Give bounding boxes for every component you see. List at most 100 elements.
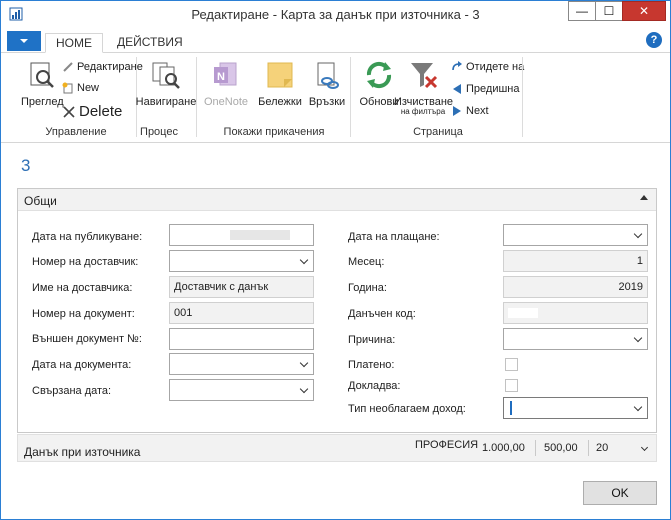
new-star-icon (62, 82, 74, 94)
tab-home[interactable]: HOME (45, 33, 103, 53)
vendor-no-dropdown[interactable] (169, 250, 314, 272)
onenote-label: OneNote (203, 96, 249, 108)
delete-x-icon (62, 105, 76, 119)
reported-checkbox[interactable] (505, 379, 518, 392)
go-to-button[interactable]: Отидете на (451, 61, 524, 73)
vendor-name-label: Име на доставчика: (32, 282, 133, 294)
year-field: 2019 (503, 276, 648, 298)
group-label-process: Процес (140, 126, 178, 138)
non-taxable-income-dropdown[interactable] (503, 397, 648, 419)
group-separator (196, 57, 197, 137)
text-cursor (510, 401, 512, 415)
tax-code-field (503, 302, 648, 324)
paid-label: Платено: (348, 359, 395, 371)
delete-button[interactable]: Delete (62, 103, 122, 120)
record-number: 3 (21, 156, 31, 175)
next-button[interactable]: Next (451, 105, 489, 117)
links-icon (317, 62, 339, 89)
close-button[interactable]: ✕ (622, 1, 666, 21)
go-to-arrow-icon (451, 61, 463, 73)
general-panel-header[interactable]: Общи (18, 189, 656, 211)
reported-label: Докладва: (348, 380, 401, 392)
external-document-field[interactable] (169, 328, 314, 350)
document-date-label: Дата на документа: (32, 359, 132, 371)
refresh-icon (366, 61, 392, 89)
document-no-field: 001 (169, 302, 314, 324)
edit-button[interactable]: Редактиране (62, 61, 143, 73)
go-to-label: Отидете на (466, 61, 525, 73)
view-magnifier-icon (30, 62, 54, 88)
related-date-dropdown[interactable] (169, 379, 314, 401)
non-taxable-income-label: Тип необлагаем доход: (348, 403, 466, 415)
withholding-tax-section[interactable]: Данък при източника ПРОФЕСИЯ 1.000,00 50… (17, 434, 657, 462)
group-separator (522, 57, 523, 137)
links-button[interactable]: Връзки (304, 59, 350, 108)
notes-label: Бележки (258, 96, 302, 108)
redacted-value (230, 230, 290, 240)
document-no-label: Номер на документ: (32, 308, 135, 320)
tax-code-label: Данъчен код: (348, 308, 416, 320)
reason-dropdown[interactable] (503, 328, 648, 350)
month-field: 1 (503, 250, 648, 272)
paid-checkbox[interactable] (505, 358, 518, 371)
group-label-page: Страница (413, 126, 463, 138)
clear-filter-icon (411, 63, 438, 89)
previous-arrow-icon (451, 83, 463, 95)
payment-date-label: Дата на плащане: (348, 231, 440, 243)
minimize-button[interactable]: — (568, 1, 596, 21)
navigate-icon (152, 62, 180, 89)
window: Редактиране - Карта за данък при източни… (0, 0, 671, 520)
next-label: Next (466, 105, 489, 117)
collapse-chevron-icon[interactable] (640, 195, 648, 200)
app-menu-button[interactable] (7, 31, 41, 51)
view-label: Преглед (21, 96, 64, 108)
delete-label: Delete (79, 103, 123, 120)
year-label: Година: (348, 282, 387, 294)
withholding-tax-title: Данък при източника (24, 445, 141, 459)
view-button[interactable]: Преглед (21, 59, 64, 108)
vendor-no-label: Номер на доставчик: (32, 256, 139, 268)
posting-date-label: Дата на публикуване: (32, 231, 143, 243)
navigate-button[interactable]: Навигиране (135, 59, 197, 108)
onenote-icon: N (214, 62, 237, 86)
previous-button[interactable]: Предишна (451, 83, 519, 95)
new-button[interactable]: New (62, 82, 99, 94)
general-panel-title: Общи (24, 194, 57, 208)
ok-button[interactable]: OK (583, 481, 657, 505)
amount2-summary: 500,00 (544, 442, 578, 454)
tab-actions[interactable]: ДЕЙСТВИЯ (107, 33, 193, 53)
notes-icon (267, 62, 293, 88)
ribbon-tab-bar: HOME ДЕЙСТВИЯ ? (1, 30, 670, 53)
next-arrow-icon (451, 105, 463, 117)
new-label: New (77, 82, 100, 94)
summary-separator (535, 440, 536, 456)
posting-date-field[interactable] (169, 224, 314, 246)
related-date-label: Свързана дата: (32, 385, 112, 397)
payment-date-dropdown[interactable] (503, 224, 648, 246)
profession-summary: ПРОФЕСИЯ (415, 439, 479, 451)
redacted-value (508, 308, 538, 318)
group-label-attachments: Покажи прикачения (223, 126, 325, 138)
month-label: Месец: (348, 256, 385, 268)
navigate-label: Навигиране (135, 96, 197, 108)
clear-filter-label-2: на филтъра (400, 107, 446, 116)
clear-filter-button[interactable]: Изчистване на филтъра (394, 59, 453, 116)
pencil-icon (62, 61, 74, 73)
help-icon[interactable]: ? (646, 32, 662, 48)
summary-separator (588, 440, 589, 456)
expand-chevron-icon[interactable] (640, 443, 649, 452)
title-bar: Редактиране - Карта за данък при източни… (1, 1, 670, 29)
maximize-button[interactable]: ☐ (595, 1, 623, 21)
group-label-manage: Управление (45, 126, 107, 138)
ribbon: Преглед Редактиране New Delete Управлени… (1, 53, 670, 143)
amount-summary: 1.000,00 (482, 442, 525, 454)
notes-button[interactable]: Бележки (255, 59, 305, 108)
reason-label: Причина: (348, 334, 396, 346)
onenote-button[interactable]: N OneNote (200, 59, 252, 108)
general-panel: Общи Дата на публикуване: Номер на доста… (17, 188, 657, 433)
svg-text:N: N (217, 71, 225, 83)
links-label: Връзки (308, 96, 346, 108)
external-document-label: Външен документ №: (32, 333, 142, 345)
document-date-dropdown[interactable] (169, 353, 314, 375)
previous-label: Предишна (466, 83, 520, 95)
